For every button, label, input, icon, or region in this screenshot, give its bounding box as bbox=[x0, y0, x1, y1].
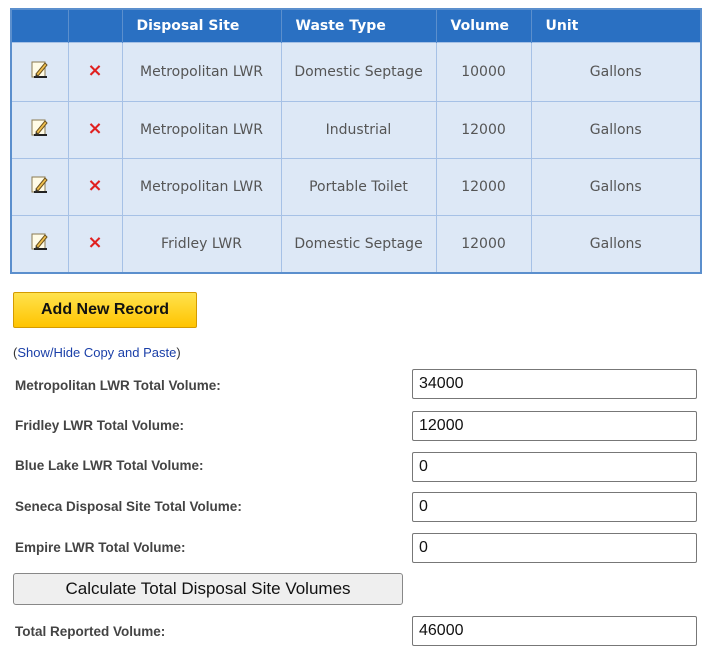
table-header-row: Disposal Site Waste Type Volume Unit bbox=[11, 9, 702, 43]
table-row: × Metropolitan LWR Domestic Septage 10000 Ga… bbox=[10, 42, 702, 102]
empire-total-input[interactable] bbox=[412, 533, 697, 563]
table-row: × Fridley LWR Domestic Septage 12000 Gallons bbox=[10, 215, 702, 274]
disposal-site-cell: Fridley LWR bbox=[121, 215, 282, 274]
waste-type-cell: Domestic Septage bbox=[280, 42, 437, 102]
volume-cell: 12000 bbox=[435, 101, 532, 159]
edit-cell bbox=[10, 215, 69, 274]
edit-pencil-icon[interactable] bbox=[30, 174, 50, 194]
header-unit[interactable]: Unit bbox=[531, 9, 702, 43]
metropolitan-total-input[interactable] bbox=[412, 369, 697, 399]
delete-cell: × bbox=[67, 101, 123, 159]
header-volume[interactable]: Volume bbox=[436, 9, 532, 43]
delete-cell: × bbox=[67, 215, 123, 274]
blue-lake-total-label: Blue Lake LWR Total Volume: bbox=[15, 458, 204, 473]
volume-cell: 12000 bbox=[435, 215, 532, 274]
delete-cell: × bbox=[67, 42, 123, 102]
seneca-total-label: Seneca Disposal Site Total Volume: bbox=[15, 499, 242, 514]
edit-cell bbox=[10, 42, 69, 102]
edit-cell bbox=[10, 101, 69, 159]
disposal-site-cell: Metropolitan LWR bbox=[121, 42, 282, 102]
disposal-site-cell: Metropolitan LWR bbox=[121, 158, 282, 216]
edit-pencil-icon[interactable] bbox=[30, 231, 50, 251]
volume-cell: 10000 bbox=[435, 42, 532, 102]
header-disposal-site[interactable]: Disposal Site bbox=[122, 9, 282, 43]
waste-type-cell: Portable Toilet bbox=[280, 158, 437, 216]
fridley-total-label: Fridley LWR Total Volume: bbox=[15, 418, 185, 433]
paren-close: ) bbox=[176, 345, 181, 360]
fridley-total-input[interactable] bbox=[412, 411, 697, 441]
calculate-totals-button[interactable]: Calculate Total Disposal Site Volumes bbox=[13, 573, 403, 605]
waste-type-cell: Domestic Septage bbox=[280, 215, 437, 274]
copy-paste-toggle: (Show/Hide Copy and Paste) bbox=[13, 345, 181, 360]
add-new-record-button[interactable]: Add New Record bbox=[13, 292, 197, 328]
disposal-site-cell: Metropolitan LWR bbox=[121, 101, 282, 159]
delete-x-icon[interactable]: × bbox=[87, 234, 102, 252]
unit-cell: Gallons bbox=[530, 42, 702, 102]
unit-cell: Gallons bbox=[530, 215, 702, 274]
header-delete-col bbox=[68, 9, 123, 43]
edit-pencil-icon[interactable] bbox=[30, 117, 50, 137]
delete-cell: × bbox=[67, 158, 123, 216]
waste-type-cell: Industrial bbox=[280, 101, 437, 159]
unit-cell: Gallons bbox=[530, 101, 702, 159]
edit-cell bbox=[10, 158, 69, 216]
delete-x-icon[interactable]: × bbox=[87, 120, 102, 138]
table-row: × Metropolitan LWR Industrial 12000 Gallons bbox=[10, 101, 702, 159]
total-reported-input[interactable] bbox=[412, 616, 697, 646]
seneca-total-input[interactable] bbox=[412, 492, 697, 522]
delete-x-icon[interactable]: × bbox=[87, 62, 102, 80]
empire-total-label: Empire LWR Total Volume: bbox=[15, 540, 186, 555]
total-reported-label: Total Reported Volume: bbox=[15, 624, 166, 639]
show-hide-copy-paste-link[interactable]: Show/Hide Copy and Paste bbox=[17, 345, 176, 360]
blue-lake-total-input[interactable] bbox=[412, 452, 697, 482]
table-row: × Metropolitan LWR Portable Toilet 12000 Gal… bbox=[10, 158, 702, 216]
header-waste-type[interactable]: Waste Type bbox=[281, 9, 437, 43]
unit-cell: Gallons bbox=[530, 158, 702, 216]
header-edit-col bbox=[11, 9, 69, 43]
records-table: Disposal Site Waste Type Volume Unit × Me… bbox=[10, 8, 702, 274]
metropolitan-total-label: Metropolitan LWR Total Volume: bbox=[15, 378, 221, 393]
edit-pencil-icon[interactable] bbox=[30, 59, 50, 79]
volume-cell: 12000 bbox=[435, 158, 532, 216]
delete-x-icon[interactable]: × bbox=[87, 177, 102, 195]
